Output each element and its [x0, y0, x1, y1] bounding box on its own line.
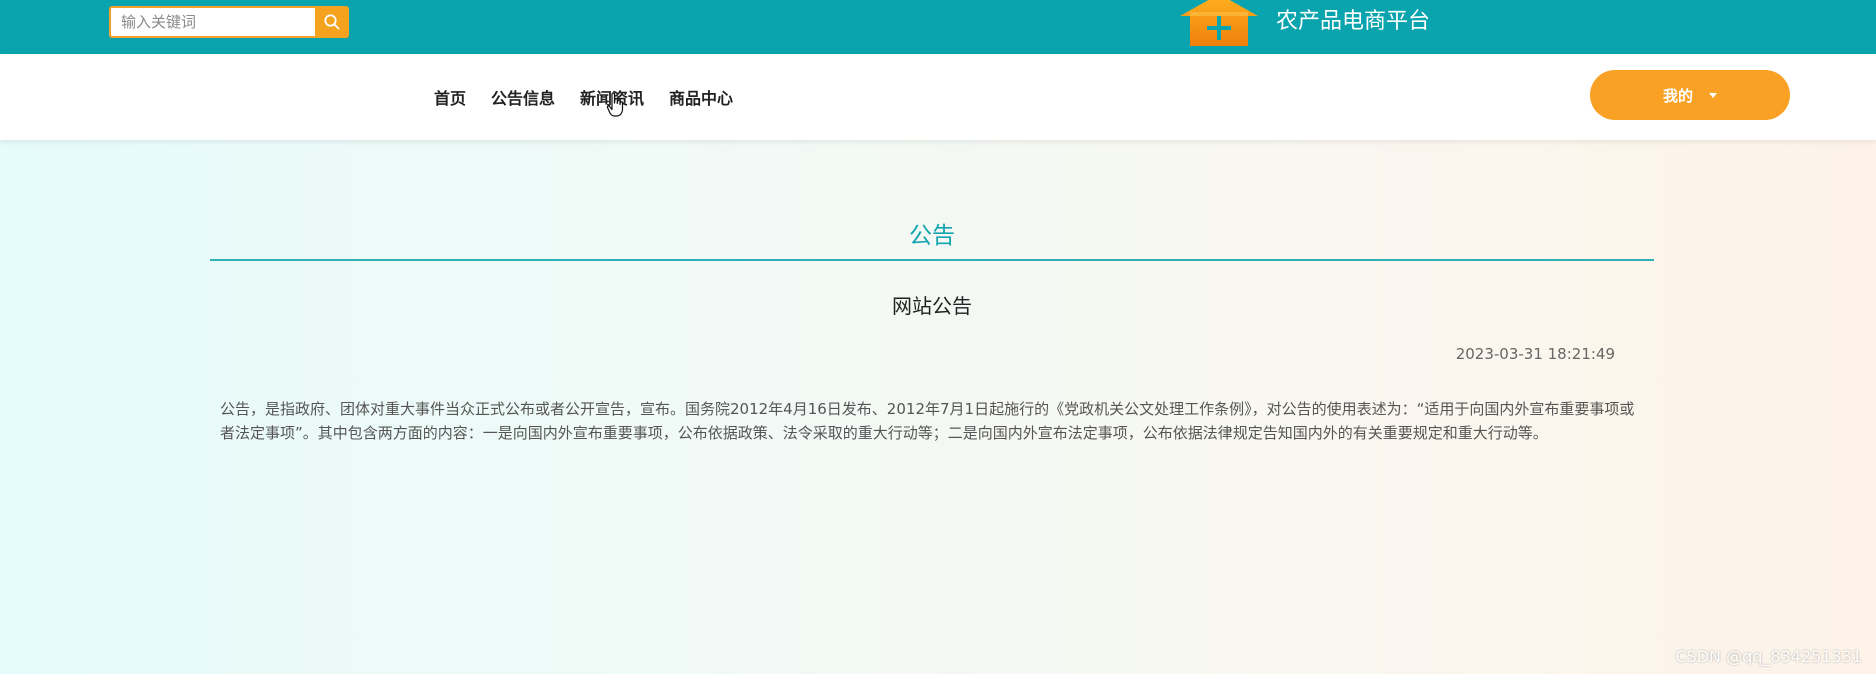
caret-down-icon [1709, 92, 1717, 98]
watermark: CSDN @qq_834251331 [1675, 647, 1862, 666]
section-title: 公告 [909, 223, 955, 249]
section-divider [210, 259, 1654, 261]
nav-item-announcements[interactable]: 公告信息 [491, 85, 555, 109]
nav-item-news[interactable]: 新闻资讯 [580, 85, 644, 109]
article-date: 2023-03-31 18:21:49 [1455, 345, 1615, 363]
house-plus-logo [1180, 0, 1258, 46]
search-icon [324, 14, 340, 30]
search-button[interactable] [315, 6, 349, 38]
search-box [109, 6, 349, 38]
nav-item-home[interactable]: 首页 [434, 85, 466, 109]
nav-menu: 首页 公告信息 新闻资讯 商品中心 [434, 54, 758, 140]
article-body: 公告，是指政府、团体对重大事件当众正式公布或者公开宣告，宣布。国务院2012年4… [220, 400, 1635, 442]
top-bar: 农产品电商平台 [0, 0, 1876, 54]
nav-item-products[interactable]: 商品中心 [669, 85, 733, 109]
my-account-button[interactable]: 我的 [1590, 70, 1790, 120]
search-input[interactable] [109, 6, 315, 38]
article-title: 网站公告 [892, 294, 972, 318]
my-account-label: 我的 [1662, 86, 1693, 105]
site-title: 农产品电商平台 [1276, 9, 1431, 34]
